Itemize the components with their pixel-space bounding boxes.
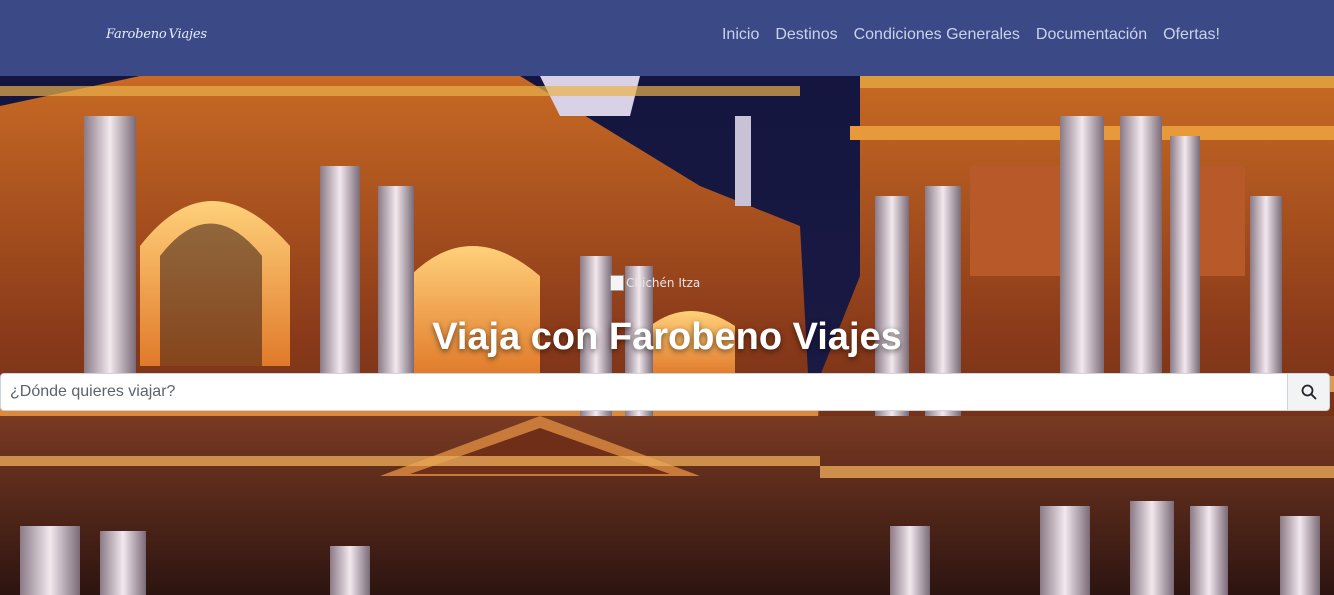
nav-link-inicio[interactable]: Inicio bbox=[722, 26, 759, 44]
brand-name-part2: Viajes bbox=[168, 26, 207, 42]
search-button[interactable] bbox=[1288, 373, 1330, 411]
nav-link-condiciones-generales[interactable]: Condiciones Generales bbox=[854, 26, 1020, 44]
hero-title: Viaja con Farobeno Viajes bbox=[432, 316, 902, 358]
hero-image-alt-text: Chichén Itza bbox=[626, 276, 701, 290]
nav-link-ofertas[interactable]: Ofertas! bbox=[1163, 26, 1220, 44]
brand-name-part1: Farobeno bbox=[106, 26, 167, 42]
nav-link-destinos[interactable]: Destinos bbox=[775, 26, 837, 44]
broken-image-icon bbox=[610, 275, 624, 291]
nav-link-documentacion[interactable]: Documentación bbox=[1036, 26, 1147, 44]
search-form bbox=[0, 373, 1330, 411]
brand-logo[interactable]: Farobeno Viajes bbox=[106, 20, 207, 48]
hero-section: Chichén Itza Viaja con Farobeno Viajes bbox=[0, 76, 1334, 595]
search-icon bbox=[1301, 384, 1316, 400]
hero-broken-image: Chichén Itza bbox=[610, 274, 700, 292]
main-nav: Inicio Destinos Condiciones Generales Do… bbox=[722, 26, 1220, 44]
top-navbar: Farobeno Viajes Inicio Destinos Condicio… bbox=[0, 0, 1334, 76]
destination-search-input[interactable] bbox=[0, 373, 1288, 411]
